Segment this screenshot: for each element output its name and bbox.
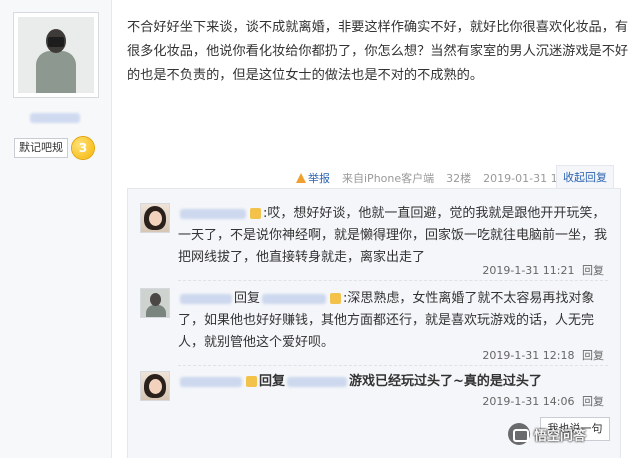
level-icon: 3 <box>72 137 94 159</box>
warning-icon <box>296 173 306 183</box>
watermark-text: 悟空问答 <box>534 428 587 444</box>
vip-icon <box>246 376 257 387</box>
reply-prefix: 回复 <box>234 291 261 306</box>
divider <box>178 280 608 281</box>
collapse-replies-button[interactable]: 收起回复 <box>556 165 614 190</box>
reply-meta: 2019-1-31 11:21 回复 <box>478 262 604 278</box>
reply-text: :哎，想好好谈，他就一直回避，觉的我就是跟他开开玩笑，一天了，不是说你神经啊，就… <box>178 203 618 269</box>
mention-blurred[interactable] <box>287 376 348 387</box>
username-blurred[interactable] <box>180 293 232 304</box>
username-blurred[interactable] <box>30 113 80 123</box>
reply-text: 回复:深思熟虑，女性离婚了就不太容易再找对象了，如果他也好好赚钱，其他方面都还行… <box>178 288 618 354</box>
user-sidebar: 默记吧规 3 <box>0 0 112 458</box>
reply-content: 游戏已经玩过头了~真的是过头了 <box>349 374 542 389</box>
vip-icon <box>330 293 342 304</box>
reply-avatar[interactable] <box>140 288 170 318</box>
reply-meta: 2019-1-31 12:18 回复 <box>478 347 604 363</box>
reply-button[interactable]: 回复 <box>582 395 604 408</box>
reply-time: 2019-1-31 12:18 <box>482 349 575 362</box>
badge-label: 默记吧规 <box>14 138 68 158</box>
reply-button[interactable]: 回复 <box>582 264 604 277</box>
reply-avatar[interactable] <box>140 203 170 233</box>
reply-button[interactable]: 回复 <box>582 349 604 362</box>
wukong-logo-icon <box>508 423 530 445</box>
reply-prefix: 回复 <box>259 374 286 389</box>
avatar-photo <box>18 17 94 93</box>
user-badge[interactable]: 默记吧规 3 <box>14 136 94 160</box>
reply-avatar[interactable] <box>140 371 170 401</box>
reply-time: 2019-1-31 14:06 <box>482 395 575 408</box>
mention-blurred[interactable] <box>262 293 327 304</box>
list-item: 回复 游戏已经玩过头了~真的是过头了 2019-1-31 14:06 回复 <box>140 371 610 415</box>
list-item: :哎，想好好谈，他就一直回避，觉的我就是跟他开开玩笑，一天了，不是说你神经啊，就… <box>140 203 610 281</box>
post-source: 来自iPhone客户端 <box>342 172 435 185</box>
post-meta: 举报 来自iPhone客户端 32楼 2019-01-31 10:06 <box>296 169 594 187</box>
reply-text: 回复 游戏已经玩过头了~真的是过头了 <box>178 371 618 393</box>
vip-icon <box>250 208 261 219</box>
post-floor: 32楼 <box>446 172 472 185</box>
report-label: 举报 <box>308 172 330 185</box>
username-blurred[interactable] <box>180 208 246 219</box>
watermark: 悟空问答 <box>508 422 586 446</box>
divider <box>178 365 608 366</box>
list-item: 回复:深思熟虑，女性离婚了就不太容易再找对象了，如果他也好好赚钱，其他方面都还行… <box>140 288 610 364</box>
report-link[interactable]: 举报 <box>296 170 330 186</box>
reply-time: 2019-1-31 11:21 <box>482 264 575 277</box>
user-avatar[interactable] <box>13 12 99 98</box>
username-blurred[interactable] <box>180 376 242 387</box>
post-content: 不合好好坐下来谈，谈不成就离婚，非要这样作确实不好，就好比你很喜欢化妆品，有很多… <box>127 20 629 83</box>
reply-meta: 2019-1-31 14:06 回复 <box>478 393 604 409</box>
